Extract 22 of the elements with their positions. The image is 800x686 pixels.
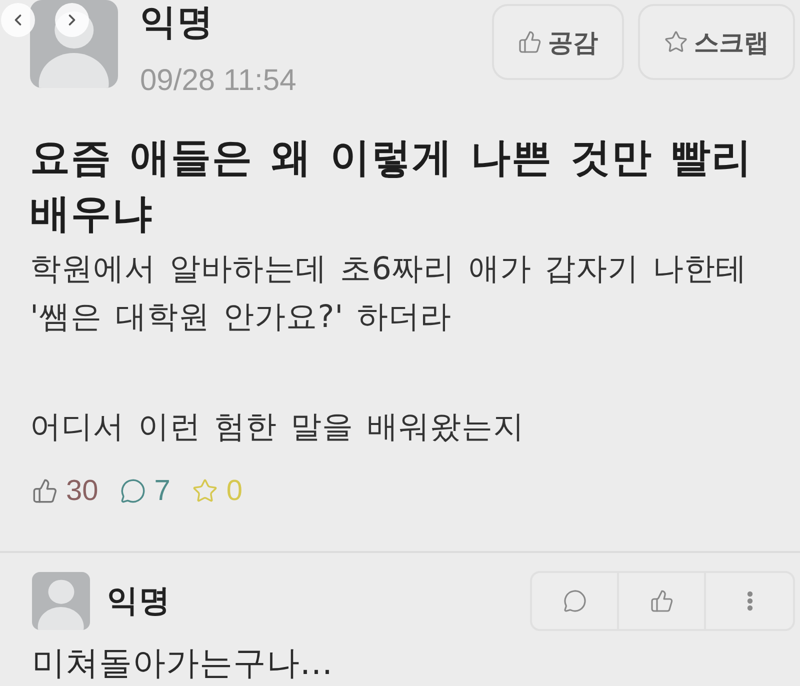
thumbs-up-icon [32, 478, 58, 504]
previous-button[interactable] [1, 3, 35, 37]
star-icon [664, 30, 688, 54]
thumbs-up-icon [650, 588, 674, 613]
scrap-count: 0 [226, 474, 243, 507]
speech-bubble-icon [120, 478, 146, 504]
author-name: 익명 [140, 1, 215, 45]
empathy-button[interactable]: 공감 [492, 4, 624, 80]
star-icon [192, 478, 218, 504]
like-count: 30 [66, 474, 98, 507]
post-body-text: 어디서 이런 험한 말을 배워왔는지 [30, 408, 526, 447]
avatar-icon [32, 572, 90, 630]
comment-text: 미쳐돌아가는구나... [32, 642, 334, 683]
post-title: 요즘 애들은 왜 이렇게 나쁜 것만 빨리 배우냐 [30, 134, 754, 239]
commenter-name: 익명 [107, 582, 171, 621]
post-body-text: 학원에서 알바하는데 초6짜리 애가 갑자기 나한테 '쌤은 대학원 안가요?' 하더라 [30, 250, 748, 337]
comment-count: 7 [154, 474, 170, 507]
more-icon [746, 590, 752, 611]
thumbs-up-icon [518, 30, 542, 54]
post-time: 09/28 11:54 [140, 64, 296, 98]
scrap-button[interactable]: 스크랩 [638, 4, 795, 80]
speech-bubble-icon [562, 588, 586, 613]
